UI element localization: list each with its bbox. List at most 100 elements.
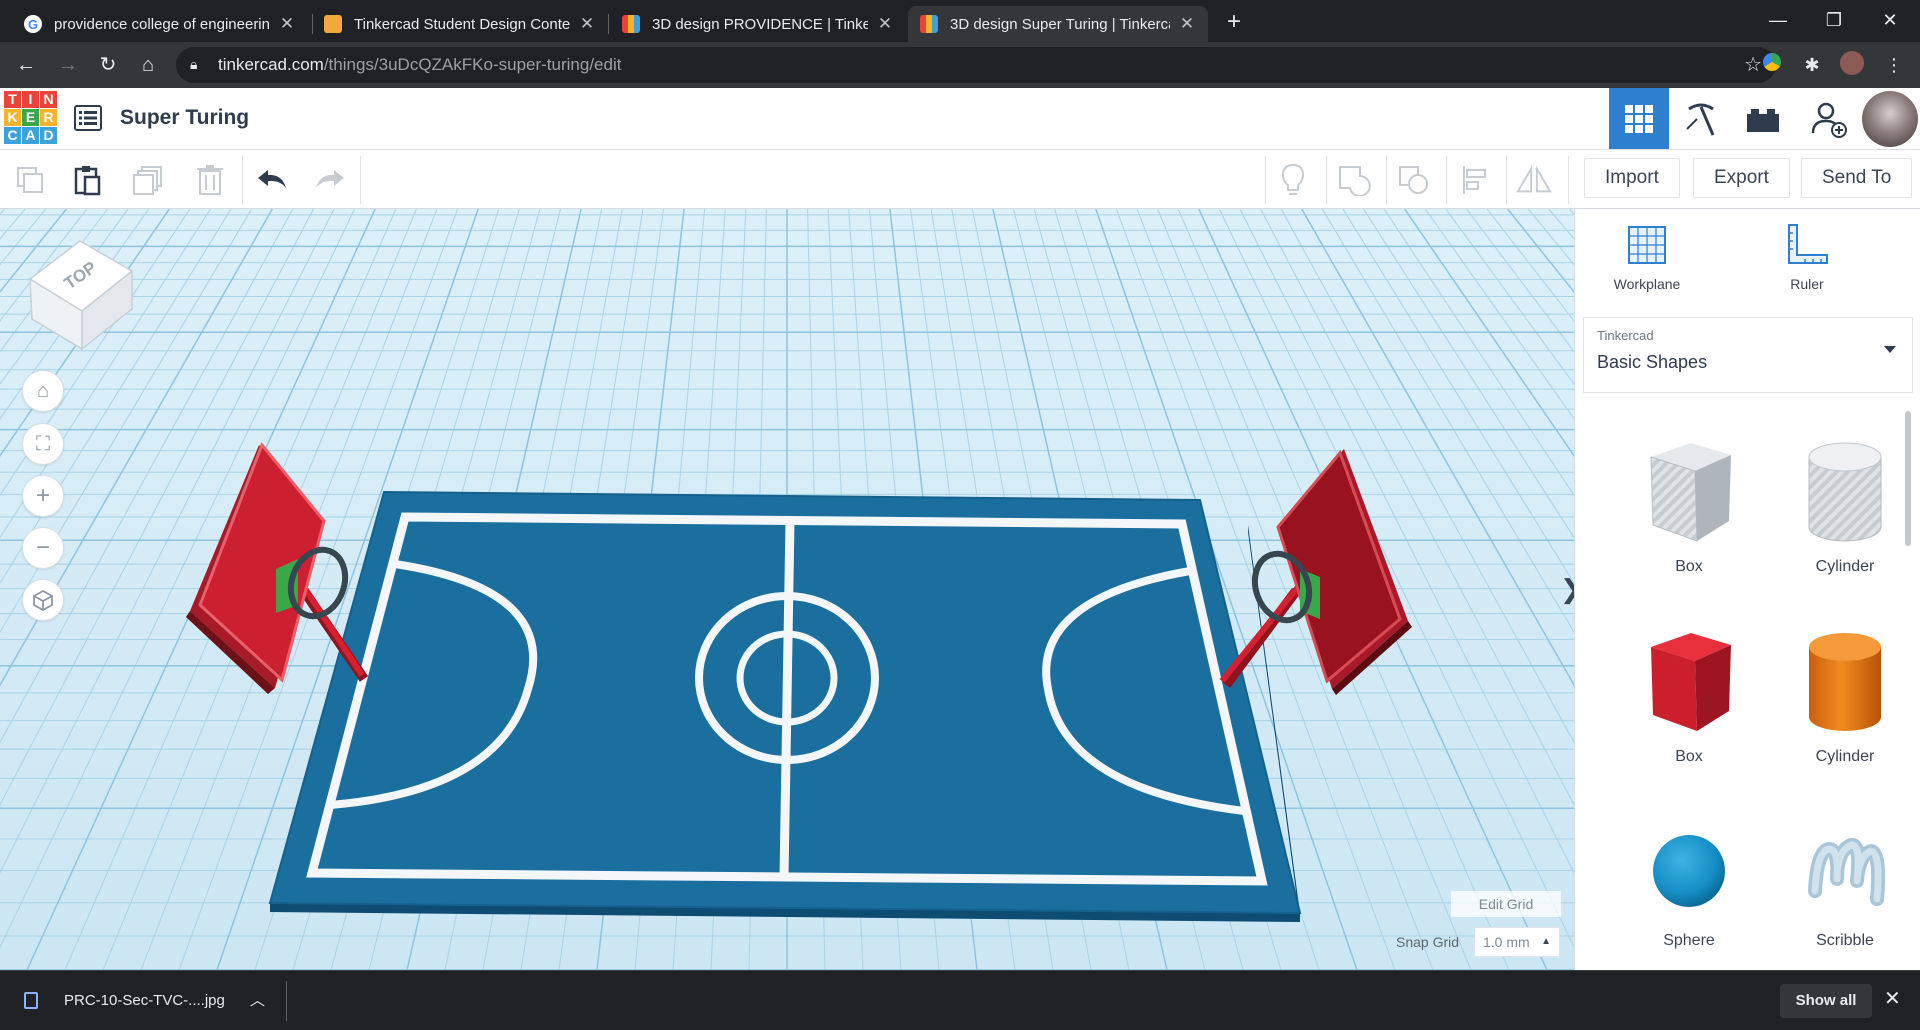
collapse-panel-button[interactable]: ❯: [1560, 559, 1574, 619]
avatar: [1862, 90, 1918, 147]
ungroup-icon[interactable]: [1396, 162, 1432, 198]
cylinder-icon: [1809, 633, 1881, 731]
redo-icon[interactable]: [312, 162, 348, 198]
close-tab-icon[interactable]: ✕: [278, 14, 296, 34]
lightbulb-icon[interactable]: [1275, 162, 1311, 198]
browser-toolbar: ← → ↻ ⌂ 🔒︎ tinkercad.com/things/3uDcQZAk…: [0, 42, 1920, 88]
invite-user-button[interactable]: [1799, 88, 1859, 149]
close-window-icon[interactable]: ✕: [1862, 0, 1918, 40]
download-file-name: PRC-10-Sec-TVC-....jpg: [64, 991, 225, 1009]
shape-label: Box: [1675, 748, 1703, 765]
shape-label: Sphere: [1663, 932, 1715, 949]
workplane-canvas[interactable]: TOP ⌂ ⛶ + − Edit Grid Snap Grid 1.0 mm ▲ …: [0, 209, 1574, 970]
undo-icon[interactable]: [254, 162, 290, 198]
download-item[interactable]: PRC-10-Sec-TVC-....jpg: [24, 971, 225, 1029]
design-title[interactable]: Super Turing: [120, 106, 249, 130]
lego-bricks-view-button[interactable]: [1733, 88, 1793, 149]
grid-view-icon: [1625, 104, 1653, 133]
import-button[interactable]: Import: [1584, 158, 1680, 198]
ruler-tool[interactable]: Ruler: [1747, 223, 1867, 292]
show-all-button[interactable]: Show all: [1780, 984, 1872, 1018]
lock-icon: 🔒︎: [190, 56, 198, 72]
tab-divider: [608, 14, 609, 34]
shape-label: Cylinder: [1815, 558, 1875, 575]
workplane-label: Workplane: [1613, 276, 1681, 292]
minus-icon: −: [35, 534, 50, 561]
mirror-icon[interactable]: [1516, 162, 1552, 198]
tab-title: 3D design PROVIDENCE | Tinkercad: [652, 15, 868, 33]
shape-label: Scribble: [1816, 932, 1874, 949]
workplane-tool[interactable]: Workplane: [1587, 223, 1707, 292]
snap-grid-label: Snap Grid: [1396, 934, 1460, 950]
close-tab-icon[interactable]: ✕: [876, 14, 894, 34]
shape-label: Cylinder: [1815, 748, 1875, 765]
restore-icon[interactable]: ❐: [1806, 0, 1862, 40]
panel-scrollbar[interactable]: [1905, 411, 1911, 546]
chevron-up-icon[interactable]: ︿: [250, 989, 265, 1010]
downloads-divider: [286, 981, 287, 1021]
address-bar[interactable]: 🔒︎ tinkercad.com/things/3uDcQZAkFKo-supe…: [176, 47, 1776, 83]
toolbar-divider: [242, 156, 243, 204]
downloads-bar: PRC-10-Sec-TVC-....jpg ︿ Show all ✕: [0, 970, 1920, 1030]
caret-up-icon: ▲: [1541, 936, 1551, 947]
design-list-icon[interactable]: [74, 105, 102, 131]
reload-icon[interactable]: ↻: [92, 49, 124, 81]
zoom-out-button[interactable]: −: [22, 527, 64, 569]
home-icon[interactable]: ⌂: [132, 49, 164, 81]
new-tab-button[interactable]: +: [1220, 8, 1248, 36]
shape-box-red[interactable]: Box: [1624, 627, 1754, 766]
duplicate-icon[interactable]: [130, 162, 166, 198]
forward-icon[interactable]: →: [52, 49, 84, 81]
plus-icon: +: [35, 482, 50, 509]
extension-icon[interactable]: [1758, 51, 1786, 79]
cylinder-hole-icon: [1808, 442, 1882, 542]
tinkercad-logo[interactable]: T I N K E R C A D: [4, 91, 57, 145]
more-menu-icon[interactable]: ⋮: [1880, 51, 1908, 79]
home-view-button[interactable]: ⌂: [22, 370, 64, 412]
paste-icon[interactable]: [70, 162, 106, 198]
back-icon[interactable]: ←: [10, 49, 42, 81]
close-tab-icon[interactable]: ✕: [578, 14, 596, 34]
export-button[interactable]: Export: [1693, 158, 1790, 198]
view-cube[interactable]: TOP: [22, 231, 134, 351]
delete-icon[interactable]: [192, 162, 228, 198]
group-icon[interactable]: [1336, 162, 1372, 198]
minimize-icon[interactable]: —: [1750, 0, 1806, 40]
shape-box-striped[interactable]: Box: [1624, 437, 1754, 576]
shape-sphere-blue[interactable]: Sphere: [1624, 821, 1754, 950]
fit-view-button[interactable]: ⛶: [22, 423, 64, 465]
shape-scribble[interactable]: Scribble: [1780, 821, 1910, 950]
3d-design-view-button[interactable]: [1609, 88, 1669, 149]
send-to-button[interactable]: Send To: [1801, 158, 1913, 198]
profile-avatar-button[interactable]: [1860, 88, 1920, 149]
shape-cylinder-orange[interactable]: Cylinder: [1780, 627, 1910, 766]
shape-library-dropdown[interactable]: Tinkercad Basic Shapes: [1583, 317, 1913, 393]
copy-icon[interactable]: [12, 162, 48, 198]
close-tab-icon[interactable]: ✕: [1178, 14, 1196, 34]
edit-toolbar: Import Export Send To: [0, 150, 1920, 209]
tab-design-contest[interactable]: Tinkercad Student Design Contest ✕: [312, 6, 608, 42]
codeblocks-view-button[interactable]: [1671, 88, 1731, 149]
right-basketball-hoop[interactable]: [1219, 449, 1412, 695]
ruler-label: Ruler: [1790, 276, 1824, 292]
perspective-button[interactable]: [22, 579, 64, 621]
snap-grid-select[interactable]: 1.0 mm ▲: [1474, 927, 1560, 957]
google-icon: G: [24, 15, 42, 33]
toolbar-divider: [1265, 156, 1266, 204]
profile-avatar-icon[interactable]: [1838, 51, 1866, 79]
close-downloads-icon[interactable]: ✕: [1884, 986, 1901, 1011]
toolbar-divider: [1506, 156, 1507, 204]
toolbar-divider: [1326, 156, 1327, 204]
tab-providence-design[interactable]: 3D design PROVIDENCE | Tinkercad ✕: [610, 6, 906, 42]
align-icon[interactable]: [1458, 162, 1494, 198]
extensions-puzzle-icon[interactable]: ✱: [1798, 51, 1826, 79]
tinkercad-icon: [622, 15, 640, 33]
toolbar-divider: [360, 156, 361, 204]
tab-providence-search[interactable]: G providence college of engineering ✕: [12, 6, 308, 42]
tab-super-turing-active[interactable]: 3D design Super Turing | Tinkercad ✕: [908, 6, 1208, 42]
edit-grid-button[interactable]: Edit Grid: [1451, 891, 1561, 917]
zoom-in-button[interactable]: +: [22, 475, 64, 517]
basketball-court-model[interactable]: [0, 209, 1574, 970]
file-image-icon: [24, 991, 38, 1009]
shape-cylinder-striped[interactable]: Cylinder: [1780, 437, 1910, 576]
